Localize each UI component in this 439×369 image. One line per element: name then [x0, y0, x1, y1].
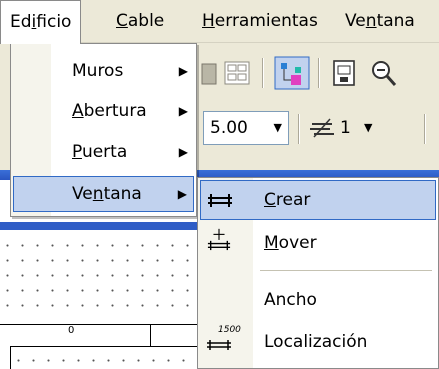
menu-item-abertura-label: bertura — [83, 101, 147, 121]
menu-item-localizacion[interactable]: 1500 Localización — [200, 322, 436, 362]
menu-edificio-label-a: Ed — [10, 12, 32, 32]
menu-ventana-mnemonic: n — [365, 11, 377, 31]
menu-item-puerta-mnemonic: P — [72, 142, 82, 162]
chevron-down-icon: ▼ — [273, 121, 282, 134]
menu-item-crear-label: rear — [275, 190, 311, 210]
toolbar-separator-3 — [298, 114, 300, 144]
ruler-box — [10, 346, 205, 369]
menu-ventana-label-b: tana — [376, 11, 415, 31]
menu-item-localizacion-label: Localización — [264, 332, 368, 352]
edificio-dropdown: Muros ▶ Abertura ▶ Puerta ▶ Ventana ▶ — [10, 43, 197, 217]
ruler-zero-label: 0 — [68, 325, 75, 336]
menu-ventana-label-a: Ve — [345, 11, 366, 31]
menu-bar: Edificio Cable Herramientas Ventana — [0, 0, 439, 44]
menu-item-puerta-label: uerta — [81, 142, 128, 162]
menu-item-muros-label: Muros — [72, 61, 124, 81]
submenu-arrow-icon: ▶ — [177, 187, 187, 201]
submenu-arrow-icon: ▶ — [178, 145, 188, 159]
toolbar-separator-2 — [318, 58, 320, 88]
menu-item-ventana-label-b: tana — [103, 184, 142, 204]
locate-icon-symbol — [207, 340, 231, 350]
menu-item-ventana-mnemonic: n — [92, 184, 104, 204]
chevron-down-icon: ▼ — [364, 121, 373, 134]
layer-tree-icon[interactable] — [274, 56, 310, 90]
zoom-icon[interactable] — [368, 58, 398, 88]
menu-herramientas-mnemonic: H — [202, 11, 215, 31]
menu-herramientas[interactable]: Herramientas — [193, 0, 327, 43]
ruler-tick — [150, 325, 151, 347]
menu-item-puerta[interactable]: Puerta ▶ — [13, 134, 194, 170]
menu-item-muros[interactable]: Muros ▶ — [13, 53, 194, 89]
menu-item-mover-mnemonic: M — [264, 233, 279, 253]
partial-tool-icon[interactable] — [198, 58, 220, 88]
menu-edificio-label-b: ficio — [36, 12, 72, 32]
dot-grid — [0, 238, 205, 316]
window-locate-icon: 1500 — [206, 325, 241, 356]
window-create-icon — [208, 194, 232, 207]
ruler: 0 — [0, 324, 205, 369]
save-view-icon[interactable] — [330, 58, 360, 88]
menu-cable-mnemonic: C — [116, 11, 128, 31]
menu-item-abertura[interactable]: Abertura ▶ — [13, 93, 194, 129]
dot-grid-lower — [11, 353, 201, 369]
menu-item-ventana[interactable]: Ventana ▶ — [13, 176, 194, 212]
grid-icon[interactable] — [222, 58, 252, 88]
scale-combo[interactable]: 5.00 ▼ — [203, 111, 289, 145]
toolbar-separator-4 — [424, 114, 426, 144]
menu-herramientas-label: erramientas — [214, 11, 318, 31]
menu-item-ventana-label-a: Ve — [72, 184, 93, 204]
menu-separator — [260, 270, 432, 271]
menu-item-mover-label: over — [278, 233, 317, 253]
window-move-icon — [207, 228, 231, 251]
menu-ventana[interactable]: Ventana — [336, 0, 424, 43]
layer-selector[interactable]: 1 ▼ — [340, 111, 400, 145]
locate-icon-label: 1500 — [218, 325, 241, 335]
menu-edificio[interactable]: Edificio — [0, 0, 82, 44]
submenu-arrow-icon: ▶ — [178, 64, 188, 78]
scale-value: 5.00 — [210, 118, 248, 138]
menu-item-abertura-mnemonic: A — [72, 101, 84, 121]
ventana-submenu: Crear Mover Ancho 1500 Localización — [197, 177, 439, 369]
layers-icon — [310, 118, 334, 138]
canvas-band — [0, 222, 205, 230]
menu-item-ancho-label: Ancho — [264, 290, 317, 310]
menu-item-mover[interactable]: Mover — [200, 223, 436, 263]
menu-item-crear[interactable]: Crear — [200, 180, 436, 220]
submenu-arrow-icon: ▶ — [178, 104, 188, 118]
menu-item-ancho[interactable]: Ancho — [200, 280, 436, 320]
layer-value: 1 — [340, 118, 351, 138]
menu-cable-label: able — [127, 11, 165, 31]
toolbar-separator — [262, 58, 264, 88]
menu-cable[interactable]: Cable — [107, 0, 173, 43]
menu-item-crear-mnemonic: C — [264, 190, 276, 210]
